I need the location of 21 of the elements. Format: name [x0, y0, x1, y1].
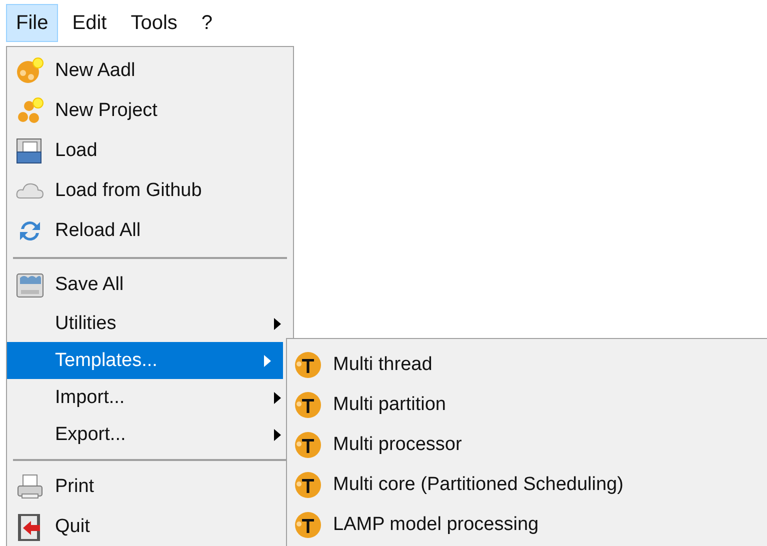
menu-item[interactable]: New Aadl	[7, 51, 293, 91]
template-icon	[293, 510, 323, 540]
template-icon	[293, 350, 323, 380]
menu-item[interactable]: Reload All	[7, 211, 293, 251]
submenu-arrow-icon	[274, 318, 281, 330]
menu-bar-item[interactable]: ?	[191, 4, 223, 42]
menu-bar-item[interactable]: Tools	[120, 4, 188, 42]
menu-item[interactable]: Utilities	[7, 305, 293, 342]
template-icon	[293, 390, 323, 420]
submenu-arrow-icon	[264, 354, 271, 366]
menu-item[interactable]: New Project	[7, 91, 293, 131]
menu-item[interactable]: Templates...	[7, 342, 283, 379]
menu-item[interactable]: Save All	[7, 265, 293, 305]
menu-bar-item[interactable]: Edit	[62, 4, 117, 42]
submenu-arrow-icon	[274, 392, 281, 404]
template-icon	[293, 430, 323, 460]
menu-item[interactable]: Load	[7, 131, 293, 171]
template-icon	[293, 470, 323, 500]
menu-item[interactable]: Load from Github	[7, 171, 293, 211]
menu-bar-item[interactable]: File	[6, 4, 58, 42]
submenu-arrow-icon	[274, 428, 281, 440]
